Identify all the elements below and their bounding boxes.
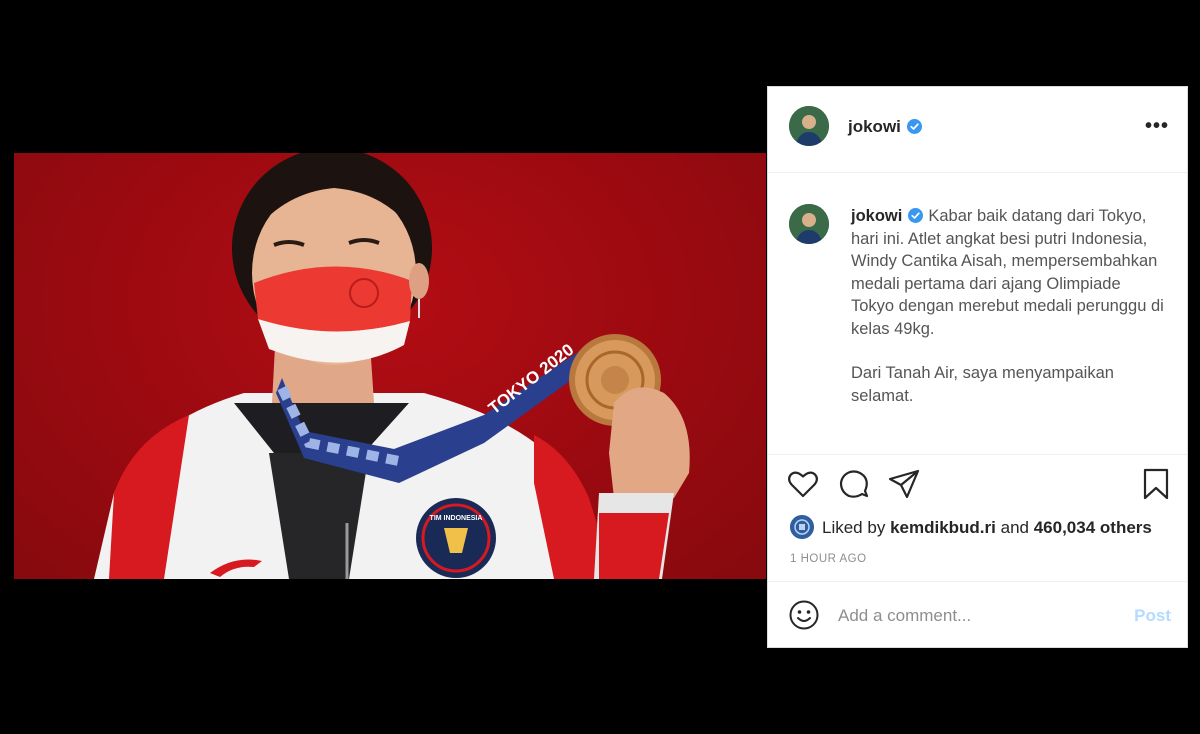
likes-middle: and bbox=[1000, 518, 1029, 537]
post-timestamp[interactable]: 1 HOUR AGO bbox=[790, 553, 867, 565]
avatar-image bbox=[789, 106, 829, 146]
heart-icon[interactable] bbox=[786, 467, 820, 501]
likes-line: Liked by kemdikbud.ri and 460,034 others bbox=[790, 515, 1152, 539]
likes-count-link[interactable]: 460,034 others bbox=[1034, 518, 1152, 537]
caption-avatar[interactable] bbox=[789, 204, 829, 244]
caption-paragraph-1: jokowi Kabar baik datang dari Tokyo, hari… bbox=[851, 205, 1167, 340]
caption-text-1: Kabar baik datang dari Tokyo, hari ini. … bbox=[851, 207, 1164, 338]
athlete-photo-illustration: TOKYO 2020 TIM INDONESIA bbox=[94, 153, 690, 579]
post-comment-button[interactable]: Post bbox=[1134, 606, 1171, 626]
post-photo[interactable]: TOKYO 2020 TIM INDONESIA bbox=[14, 153, 766, 579]
verified-badge-icon bbox=[906, 119, 922, 134]
avatar-image bbox=[789, 204, 829, 244]
comment-icon[interactable] bbox=[837, 467, 871, 501]
post-caption: jokowi Kabar baik datang dari Tokyo, hari… bbox=[851, 205, 1167, 407]
avatar[interactable] bbox=[789, 106, 829, 146]
liker-username[interactable]: kemdikbud.ri bbox=[890, 518, 996, 537]
caption-paragraph-2: Dari Tanah Air, saya menyampaikan selama… bbox=[851, 364, 1114, 405]
verified-badge-icon bbox=[908, 208, 924, 223]
username-text[interactable]: jokowi bbox=[848, 117, 901, 136]
bookmark-icon[interactable] bbox=[1139, 467, 1173, 501]
share-icon[interactable] bbox=[887, 467, 921, 501]
comment-box: Post bbox=[768, 581, 1187, 649]
post-panel: jokowi ••• jokowi Kabar baik datang dari … bbox=[767, 86, 1188, 648]
likes-prefix: Liked by bbox=[822, 518, 886, 537]
caption-section: jokowi Kabar baik datang dari Tokyo, hari… bbox=[768, 173, 1187, 455]
caption-username[interactable]: jokowi bbox=[851, 207, 902, 225]
liker-avatar-image bbox=[790, 515, 814, 539]
username-link[interactable]: jokowi bbox=[848, 117, 922, 137]
comment-input[interactable] bbox=[838, 606, 1108, 626]
post-header: jokowi ••• bbox=[768, 87, 1187, 173]
emblem-text: TIM INDONESIA bbox=[430, 515, 483, 522]
liker-avatar[interactable] bbox=[790, 515, 814, 539]
emoji-icon[interactable] bbox=[788, 599, 820, 631]
action-bar bbox=[768, 467, 1187, 507]
more-options-icon[interactable]: ••• bbox=[1145, 115, 1169, 138]
